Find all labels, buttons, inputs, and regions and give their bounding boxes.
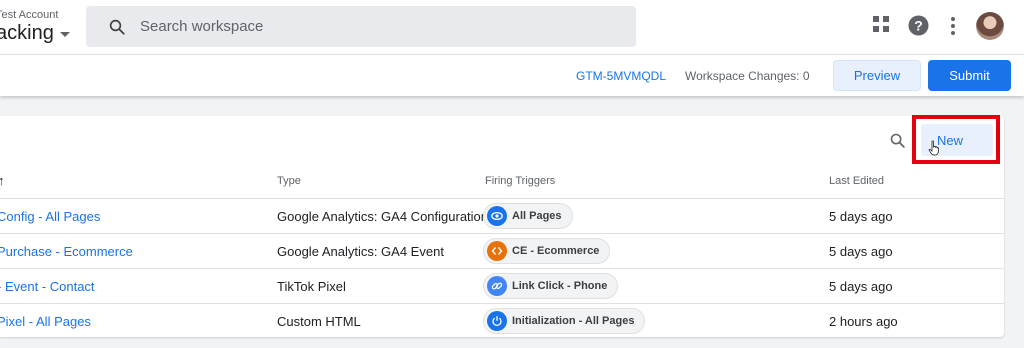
last-edited: 2 hours ago bbox=[829, 314, 898, 329]
tag-name-link[interactable]: Purchase - Ecommerce bbox=[0, 244, 133, 259]
trigger-chip[interactable]: All Pages bbox=[483, 203, 573, 229]
last-edited: 5 days ago bbox=[829, 209, 893, 224]
tag-type: TikTok Pixel bbox=[277, 279, 346, 294]
trigger-label: CE - Ecommerce bbox=[512, 245, 600, 257]
trigger-label: Link Click - Phone bbox=[512, 280, 608, 292]
column-header-triggers[interactable]: Firing Triggers bbox=[485, 175, 555, 187]
tags-table-card: ↑ Type Firing Triggers Last Edited Confi… bbox=[0, 116, 1004, 337]
tag-type: Google Analytics: GA4 Configuration bbox=[277, 209, 489, 224]
table-row[interactable]: Purchase - Ecommerce Google Analytics: G… bbox=[0, 233, 1004, 268]
column-header-edited[interactable]: Last Edited bbox=[829, 175, 884, 187]
power-icon bbox=[487, 311, 507, 331]
top-bar: Test Account acking ? bbox=[0, 0, 1024, 54]
apps-grid-icon[interactable] bbox=[872, 15, 890, 33]
trigger-chip[interactable]: Link Click - Phone bbox=[483, 273, 619, 299]
account-name: Test Account bbox=[0, 9, 59, 21]
trigger-chip[interactable]: CE - Ecommerce bbox=[483, 238, 611, 264]
table-row[interactable]: Pixel - All Pages Custom HTML Initializa… bbox=[0, 303, 1004, 338]
table-row[interactable]: Config - All Pages Google Analytics: GA4… bbox=[0, 198, 1004, 233]
search-bar[interactable] bbox=[86, 6, 636, 47]
search-icon bbox=[109, 19, 125, 35]
highlight-box bbox=[912, 115, 1000, 164]
container-name: acking bbox=[0, 22, 54, 44]
workspace-changes: Workspace Changes: 0 bbox=[685, 69, 810, 83]
chevron-down-icon bbox=[59, 32, 70, 37]
more-vert-icon[interactable] bbox=[950, 16, 956, 36]
preview-button[interactable]: Preview bbox=[833, 60, 921, 91]
search-input[interactable] bbox=[140, 18, 580, 35]
trigger-label: Initialization - All Pages bbox=[512, 315, 635, 327]
workspace-toolbar: GTM-5MVMQDL Workspace Changes: 0 Preview… bbox=[0, 54, 1024, 96]
link-icon bbox=[487, 276, 507, 296]
last-edited: 5 days ago bbox=[829, 244, 893, 259]
submit-button[interactable]: Submit bbox=[928, 60, 1011, 91]
table-row[interactable]: - Event - Contact TikTok Pixel Link Clic… bbox=[0, 268, 1004, 303]
tag-type: Custom HTML bbox=[277, 314, 361, 329]
avatar[interactable] bbox=[976, 12, 1004, 40]
container-switcher[interactable]: acking bbox=[0, 22, 70, 45]
table-search-icon[interactable] bbox=[889, 132, 906, 149]
tag-name-link[interactable]: Pixel - All Pages bbox=[0, 314, 91, 329]
tag-name-link[interactable]: - Event - Contact bbox=[0, 279, 95, 294]
tag-name-link[interactable]: Config - All Pages bbox=[0, 209, 100, 224]
svg-text:?: ? bbox=[914, 18, 923, 34]
help-icon[interactable]: ? bbox=[908, 15, 929, 36]
trigger-chip[interactable]: Initialization - All Pages bbox=[483, 308, 646, 334]
sort-ascending-icon[interactable]: ↑ bbox=[0, 173, 5, 188]
eye-icon bbox=[487, 206, 507, 226]
container-id-link[interactable]: GTM-5MVMQDL bbox=[576, 69, 666, 83]
tag-type: Google Analytics: GA4 Event bbox=[277, 244, 444, 259]
column-header-type[interactable]: Type bbox=[277, 175, 301, 187]
code-icon bbox=[487, 241, 507, 261]
trigger-label: All Pages bbox=[512, 210, 562, 222]
last-edited: 5 days ago bbox=[829, 279, 893, 294]
hand-cursor-icon bbox=[928, 140, 939, 156]
